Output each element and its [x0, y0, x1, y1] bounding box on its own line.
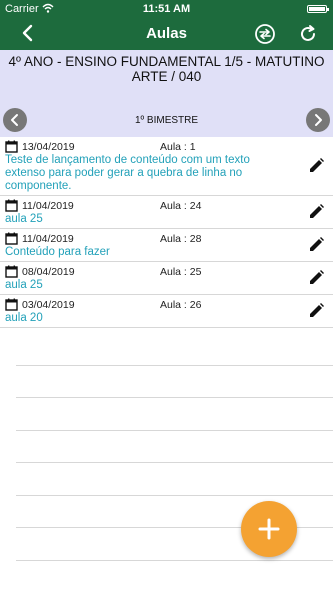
class-name-line2: ARTE / 040	[131, 69, 202, 84]
battery-icon	[307, 5, 329, 13]
lesson-date: 03/04/2019	[22, 299, 75, 311]
lesson-content: aula 25	[5, 213, 43, 225]
lesson-number: Aula : 25	[160, 266, 202, 278]
class-header: 4º ANO - ENSINO FUNDAMENTAL 1/5 - MATUTI…	[0, 50, 333, 137]
status-time: 11:51 AM	[142, 3, 191, 15]
pencil-icon[interactable]	[307, 236, 325, 254]
lesson-content: aula 20	[5, 312, 43, 324]
plus-icon	[258, 518, 280, 540]
pencil-icon[interactable]	[307, 157, 325, 175]
empty-row	[16, 333, 333, 366]
calendar-icon	[5, 199, 18, 212]
sync-icon[interactable]	[254, 23, 276, 45]
nav-bar: Aulas	[0, 18, 333, 50]
next-period-button[interactable]	[306, 108, 330, 132]
lesson-number: Aula : 26	[160, 299, 202, 311]
page-title: Aulas	[146, 25, 187, 42]
class-name: 4º ANO - ENSINO FUNDAMENTAL 1/5 - MATUTI…	[0, 54, 333, 84]
calendar-icon	[5, 140, 18, 153]
pencil-icon[interactable]	[307, 203, 325, 221]
refresh-icon[interactable]	[297, 23, 319, 45]
lesson-item[interactable]: 11/04/2019 Aula : 24 aula 25	[0, 196, 333, 229]
add-lesson-button[interactable]	[241, 501, 297, 557]
lesson-date: 11/04/2019	[22, 233, 74, 245]
lesson-date: 11/04/2019	[22, 200, 74, 212]
lesson-item[interactable]: 03/04/2019 Aula : 26 aula 20	[0, 295, 333, 328]
empty-row	[16, 398, 333, 431]
chevron-right-icon	[315, 114, 322, 126]
empty-row	[16, 463, 333, 496]
empty-row	[16, 431, 333, 463]
lesson-date: 08/04/2019	[22, 266, 75, 278]
lesson-number: Aula : 1	[160, 141, 196, 153]
lesson-date: 13/04/2019	[22, 141, 75, 153]
period-label: 1º BIMESTRE	[134, 115, 199, 126]
pencil-icon[interactable]	[307, 269, 325, 287]
lesson-number: Aula : 28	[160, 233, 202, 245]
lesson-number: Aula : 24	[160, 200, 202, 212]
lesson-list: 13/04/2019 Aula : 1 Teste de lançamento …	[0, 137, 333, 328]
lesson-item[interactable]: 11/04/2019 Aula : 28 Conteúdo para fazer	[0, 229, 333, 262]
class-name-line1: 4º ANO - ENSINO FUNDAMENTAL 1/5 - MATUTI…	[8, 54, 325, 69]
lesson-item[interactable]: 08/04/2019 Aula : 25 aula 25	[0, 262, 333, 295]
empty-row	[16, 366, 333, 398]
lesson-item[interactable]: 13/04/2019 Aula : 1 Teste de lançamento …	[0, 137, 333, 196]
calendar-icon	[5, 298, 18, 311]
lesson-content: Conteúdo para fazer	[5, 246, 110, 258]
calendar-icon	[5, 265, 18, 278]
pencil-icon[interactable]	[307, 302, 325, 320]
calendar-icon	[5, 232, 18, 245]
lesson-content: aula 25	[5, 279, 43, 291]
lesson-content: Teste de lançamento de conteúdo com um t…	[5, 154, 250, 192]
status-bar: Carrier 11:51 AM	[0, 0, 333, 18]
